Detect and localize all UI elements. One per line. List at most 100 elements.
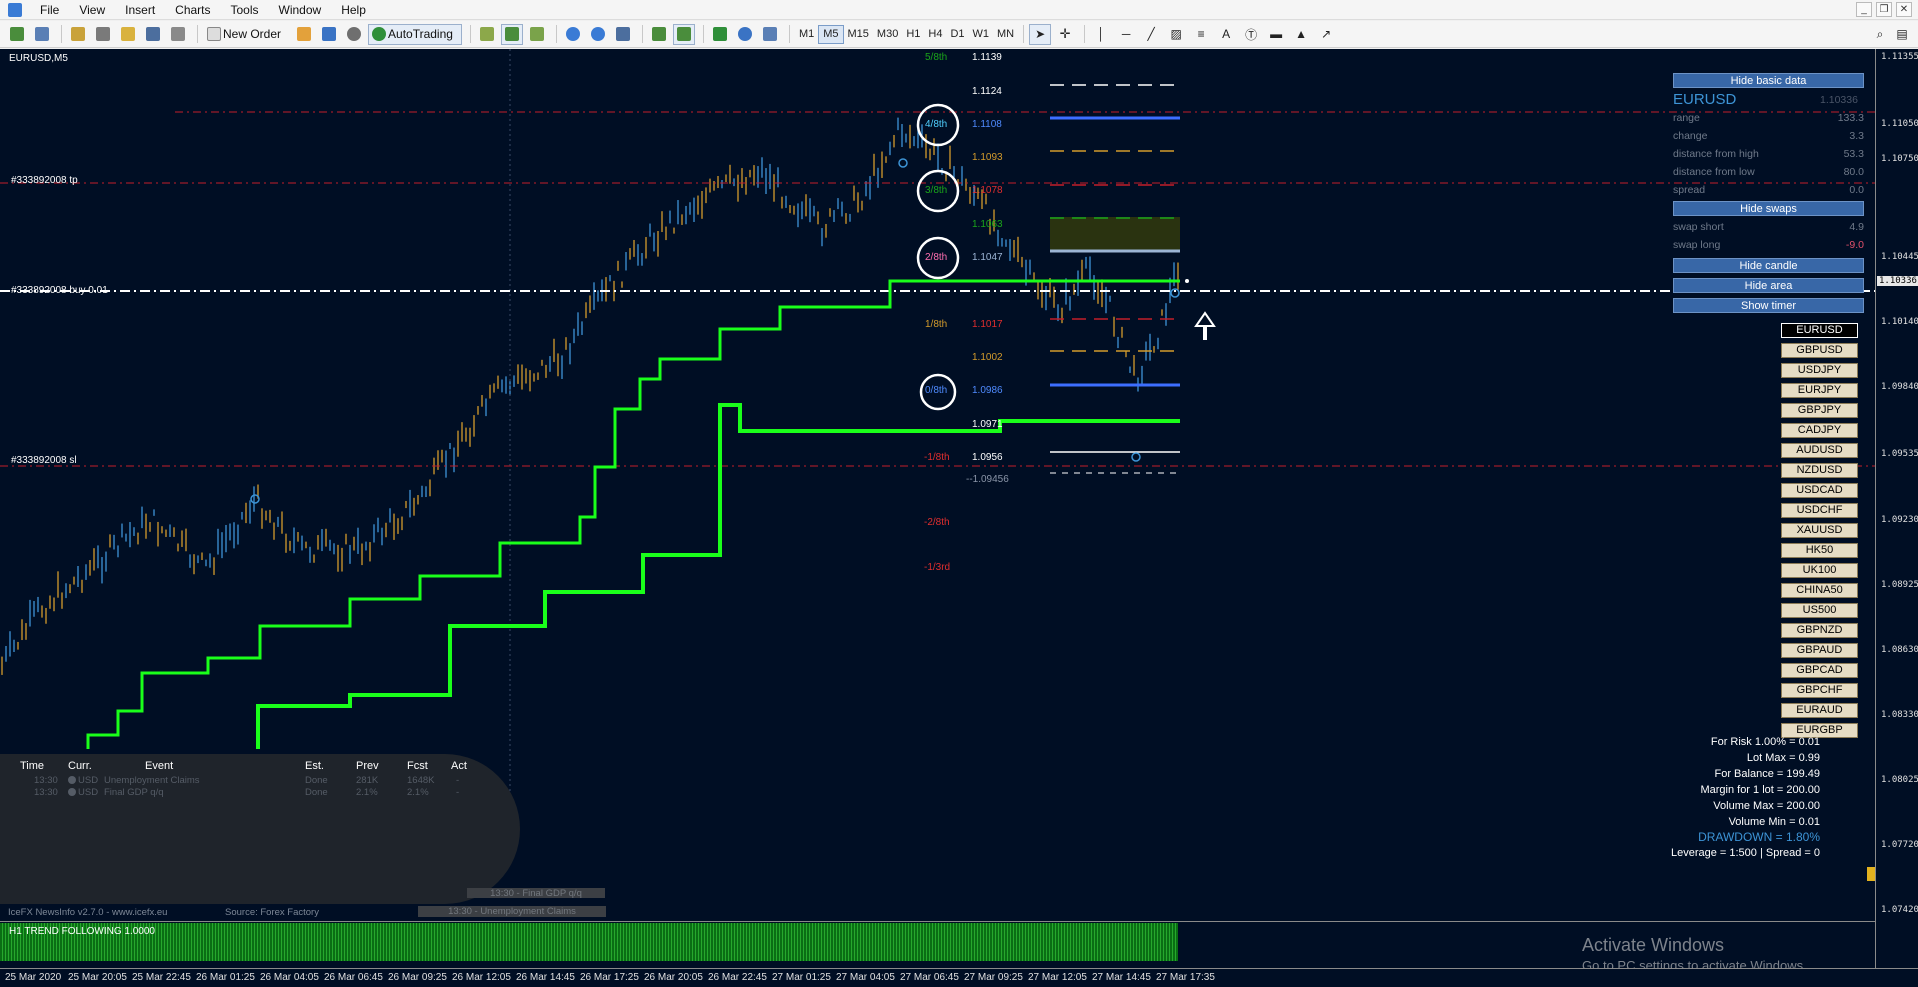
triangle-button[interactable]: ▲ — [1290, 24, 1312, 45]
line-chart-button[interactable] — [526, 24, 548, 45]
swing-marker — [1131, 452, 1141, 462]
menu-tools[interactable]: Tools — [221, 0, 269, 20]
toolbar-separator — [469, 25, 471, 43]
sl-order-label[interactable]: #333892008 sl — [11, 455, 77, 466]
tile-windows-button[interactable] — [612, 24, 634, 45]
symbol-button-xauusd[interactable]: XAUUSD — [1781, 523, 1858, 538]
symbol-button-hk50[interactable]: HK50 — [1781, 543, 1858, 558]
news-cell: USD — [78, 775, 99, 786]
symbol-button-usdcad[interactable]: USDCAD — [1781, 483, 1858, 498]
new-chart-button[interactable] — [6, 24, 28, 45]
metaeditor-button[interactable] — [293, 24, 315, 45]
panel-row-spread: spread 0.0 — [1673, 184, 1864, 196]
hide-swaps-button[interactable]: Hide swaps — [1673, 201, 1864, 216]
trend-indicator-bar: H1 TREND FOLLOWING 1.0000 — [0, 923, 1178, 961]
menu-insert[interactable]: Insert — [115, 0, 165, 20]
bar-chart-button[interactable] — [476, 24, 498, 45]
timeframe-h1-button[interactable]: H1 — [902, 25, 924, 44]
symbol-button-us500[interactable]: US500 — [1781, 603, 1858, 618]
tp-order-label[interactable]: #333892008 tp — [11, 175, 78, 186]
candlestick-button[interactable] — [500, 23, 523, 45]
timeframe-m15-button[interactable]: M15 — [844, 25, 873, 44]
terminal-button[interactable] — [142, 24, 164, 45]
navigator-button[interactable] — [92, 24, 114, 45]
timeframe-d1-button[interactable]: D1 — [946, 25, 968, 44]
data-window-button[interactable] — [117, 24, 139, 45]
symbol-button-usdjpy[interactable]: USDJPY — [1781, 363, 1858, 378]
profiles-button[interactable] — [31, 24, 53, 45]
menu-view[interactable]: View — [69, 0, 115, 20]
chat-button[interactable]: ▤ — [1891, 24, 1913, 45]
crosshair-tool-button[interactable]: ✛ — [1054, 24, 1076, 45]
symbol-button-gbpusd[interactable]: GBPUSD — [1781, 343, 1858, 358]
timeframe-m30-button[interactable]: M30 — [873, 25, 902, 44]
timeframe-m1-button[interactable]: M1 — [795, 25, 818, 44]
periods-button[interactable] — [734, 24, 756, 45]
new-order-button[interactable]: New Order — [203, 24, 290, 45]
risk-volume-min: Volume Min = 0.01 — [1728, 816, 1820, 828]
timeframe-m5-button[interactable]: M5 — [818, 24, 844, 44]
market-watch-button[interactable] — [67, 24, 89, 45]
fibonacci-button[interactable]: ≡ — [1190, 24, 1212, 45]
zoom-out-button[interactable] — [587, 24, 609, 45]
price-axis[interactable]: 1.11355 1.11050 1.10750 1.10445 1.10140 … — [1875, 49, 1918, 968]
channel-button[interactable]: ▨ — [1165, 24, 1187, 45]
text-label-button[interactable]: Ⓣ — [1240, 24, 1262, 45]
symbol-button-cadjpy[interactable]: CADJPY — [1781, 423, 1858, 438]
symbol-button-usdchf[interactable]: USDCHF — [1781, 503, 1858, 518]
auto-scroll-button[interactable] — [648, 24, 670, 45]
templates-button[interactable] — [759, 24, 781, 45]
hide-candle-button[interactable]: Hide candle — [1673, 258, 1864, 273]
hide-basic-data-button[interactable]: Hide basic data — [1673, 73, 1864, 88]
symbol-button-gbpnzd[interactable]: GBPNZD — [1781, 623, 1858, 638]
hide-area-button[interactable]: Hide area — [1673, 278, 1864, 293]
minimize-button[interactable]: _ — [1856, 2, 1872, 17]
chart-area[interactable]: EURUSD,M5 #333892008 tp #333892008 buy 0… — [0, 49, 1875, 968]
time-axis-label: 26 Mar 22:45 — [708, 972, 767, 983]
menu-file[interactable]: File — [30, 0, 69, 20]
autotrading-button[interactable]: AutoTrading — [368, 23, 462, 45]
rectangle-button[interactable]: ▬ — [1265, 24, 1287, 45]
search-button[interactable]: ⌕ — [1869, 24, 1891, 45]
symbol-button-gbpcad[interactable]: GBPCAD — [1781, 663, 1858, 678]
menu-window[interactable]: Window — [269, 0, 332, 20]
symbol-button-uk100[interactable]: UK100 — [1781, 563, 1858, 578]
market-watch-icon — [71, 27, 85, 41]
symbol-button-gbpaud[interactable]: GBPAUD — [1781, 643, 1858, 658]
menu-help[interactable]: Help — [331, 0, 376, 20]
symbol-button-audusd[interactable]: AUDUSD — [1781, 443, 1858, 458]
vertical-line-button[interactable]: │ — [1090, 24, 1112, 45]
arrows-button[interactable]: ↗ — [1315, 24, 1337, 45]
cursor-tool-button[interactable]: ➤ — [1029, 23, 1052, 45]
text-tool-button[interactable]: A — [1215, 24, 1237, 45]
menu-charts[interactable]: Charts — [165, 0, 220, 20]
trendline-button[interactable]: ╱ — [1140, 24, 1162, 45]
fibonacci-icon: ≡ — [1197, 27, 1205, 41]
show-timer-button[interactable]: Show timer — [1673, 298, 1864, 313]
restore-button[interactable]: ❐ — [1876, 2, 1892, 17]
symbol-button-gbpchf[interactable]: GBPCHF — [1781, 683, 1858, 698]
swap-short-value: 4.9 — [1849, 221, 1864, 233]
signals-button[interactable] — [318, 24, 340, 45]
time-axis[interactable]: 25 Mar 2020 25 Mar 20:05 25 Mar 22:45 26… — [0, 968, 1918, 987]
close-button[interactable]: ✕ — [1896, 2, 1912, 17]
news-cell: 2.1% — [407, 787, 429, 798]
chart-shift-button[interactable] — [672, 23, 695, 45]
timeframe-h4-button[interactable]: H4 — [924, 25, 946, 44]
symbol-button-gbpjpy[interactable]: GBPJPY — [1781, 403, 1858, 418]
timeframe-w1-button[interactable]: W1 — [969, 25, 994, 44]
symbol-button-china50[interactable]: CHINA50 — [1781, 583, 1858, 598]
zoom-in-button[interactable] — [562, 24, 584, 45]
risk-for-balance: For Balance = 199.49 — [1714, 768, 1821, 780]
symbol-button-euraud[interactable]: EURAUD — [1781, 703, 1858, 718]
buy-order-label[interactable]: #333892008 buy 0.01 — [11, 285, 108, 296]
strategy-tester-button[interactable] — [167, 24, 189, 45]
symbol-button-eurjpy[interactable]: EURJPY — [1781, 383, 1858, 398]
indicators-button[interactable] — [709, 24, 731, 45]
timeframe-mn-button[interactable]: MN — [993, 25, 1018, 44]
market-button[interactable] — [343, 24, 365, 45]
horizontal-line-button[interactable]: ─ — [1115, 24, 1137, 45]
symbol-button-eurusd[interactable]: EURUSD — [1781, 323, 1858, 338]
symbol-button-nzdusd[interactable]: NZDUSD — [1781, 463, 1858, 478]
price-axis-label: 1.09840 — [1881, 382, 1918, 392]
